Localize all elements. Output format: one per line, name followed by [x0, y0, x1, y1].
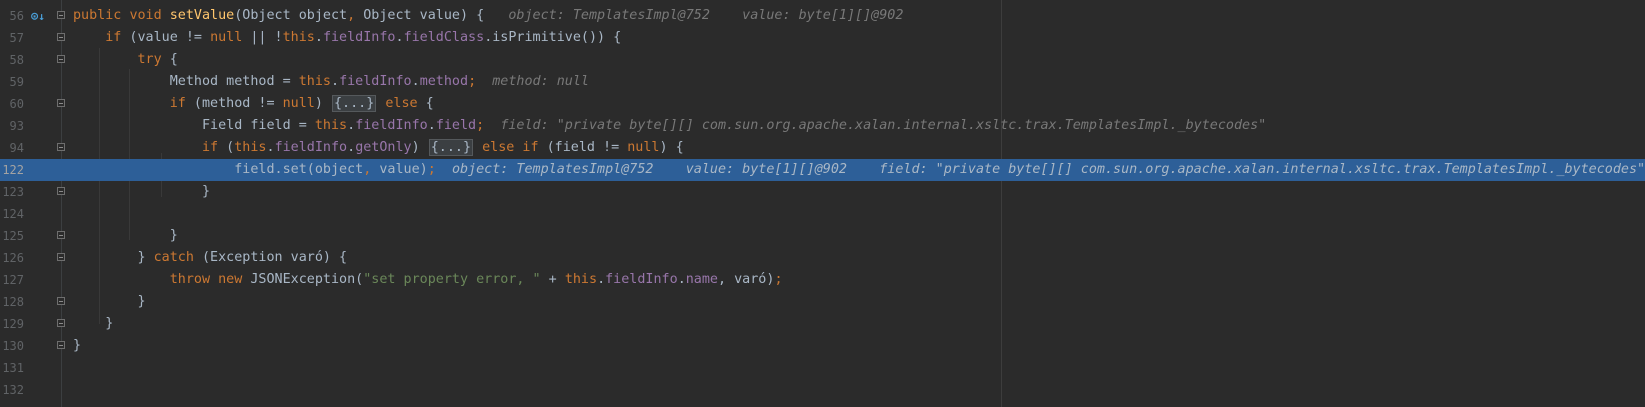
code-line[interactable]: 60 if (method != null) {...} else {: [0, 93, 1645, 115]
code-text: }: [169, 228, 178, 243]
code-line[interactable]: 58 try {: [0, 49, 1645, 71]
code-text: try {: [137, 52, 178, 67]
fold-marker-icon[interactable]: [57, 55, 65, 63]
code-line[interactable]: 59 Method method = this.fieldInfo.method…: [0, 71, 1645, 93]
code-text: public void setValue(Object object, Obje…: [73, 8, 904, 23]
code-text: if (method != null) {...} else {: [169, 95, 434, 112]
line-number: 59: [9, 75, 24, 89]
fold-marker-icon[interactable]: [57, 11, 65, 19]
line-number: 126: [2, 251, 24, 265]
line-number: 60: [9, 97, 24, 111]
code-text: if (this.fieldInfo.getOnly) {...} else i…: [202, 139, 684, 156]
line-number: 58: [9, 53, 24, 67]
line-number: 130: [2, 339, 24, 353]
fold-marker-icon[interactable]: [57, 231, 65, 239]
fold-marker-icon[interactable]: [57, 99, 65, 107]
line-number: 124: [2, 207, 24, 221]
code-text: }: [202, 184, 211, 199]
code-line[interactable]: 125 }: [0, 225, 1645, 247]
override-breakpoint-icon[interactable]: ⊙↓: [31, 7, 45, 26]
current-execution-line[interactable]: 122 field.set(object, value); object: Te…: [0, 159, 1645, 181]
code-text: }: [137, 294, 146, 309]
fold-marker-icon[interactable]: [57, 297, 65, 305]
code-line[interactable]: 130 }: [0, 335, 1645, 357]
line-number: 122: [2, 163, 24, 177]
line-number: 93: [9, 119, 24, 133]
line-number: 129: [2, 317, 24, 331]
code-line[interactable]: 124: [0, 203, 1645, 225]
code-line[interactable]: 132: [0, 379, 1645, 401]
inline-debug-value: method: null: [492, 74, 589, 89]
line-number: 132: [2, 383, 24, 397]
inline-debug-value: value: byte[1][]@902: [742, 8, 904, 23]
fold-marker-icon[interactable]: [57, 319, 65, 327]
code-text: throw new JSONException("set property er…: [169, 272, 783, 287]
code-text: }: [105, 316, 114, 331]
line-number: 127: [2, 273, 24, 287]
code-text: field.set(object, value); object: Templa…: [234, 162, 1645, 177]
line-number: 56: [9, 9, 24, 23]
code-line[interactable]: 123 }: [0, 181, 1645, 203]
folded-code-block[interactable]: {...}: [332, 95, 377, 112]
line-number: 57: [9, 31, 24, 45]
inline-debug-value: field: "private byte[][] com.sun.org.apa…: [500, 118, 1267, 133]
code-line[interactable]: 128 }: [0, 291, 1645, 313]
code-line[interactable]: 126 } catch (Exception varó) {: [0, 247, 1645, 269]
line-number: 125: [2, 229, 24, 243]
code-line[interactable]: 57 if (value != null || !this.fieldInfo.…: [0, 27, 1645, 49]
inline-debug-value: field: "private byte[][] com.sun.org.apa…: [879, 162, 1645, 177]
fold-marker-icon[interactable]: [57, 33, 65, 41]
fold-marker-icon[interactable]: [57, 143, 65, 151]
code-text: } catch (Exception varó) {: [137, 250, 348, 265]
inline-debug-value: object: TemplatesImpl@752: [508, 8, 710, 23]
code-text: Field field = this.fieldInfo.field; fiel…: [202, 118, 1267, 133]
inline-debug-value: value: byte[1][]@902: [685, 162, 847, 177]
fold-marker-icon[interactable]: [57, 187, 65, 195]
line-number: 128: [2, 295, 24, 309]
code-text: Method method = this.fieldInfo.method; m…: [169, 74, 589, 89]
code-line[interactable]: 56 ⊙↓ public void setValue(Object object…: [0, 5, 1645, 27]
line-number: 131: [2, 361, 24, 375]
code-line[interactable]: 93 Field field = this.fieldInfo.field; f…: [0, 115, 1645, 137]
code-line[interactable]: 131: [0, 357, 1645, 379]
line-number: 123: [2, 185, 24, 199]
code-line[interactable]: 129 }: [0, 313, 1645, 335]
folded-code-block[interactable]: {...}: [428, 139, 474, 156]
inline-debug-value: object: TemplatesImpl@752: [451, 162, 654, 177]
code-line[interactable]: 94 if (this.fieldInfo.getOnly) {...} els…: [0, 137, 1645, 159]
code-line[interactable]: 127 throw new JSONException("set propert…: [0, 269, 1645, 291]
fold-marker-icon[interactable]: [57, 253, 65, 261]
code-editor[interactable]: 56 ⊙↓ public void setValue(Object object…: [0, 0, 1645, 407]
fold-marker-icon[interactable]: [57, 341, 65, 349]
code-text: if (value != null || !this.fieldInfo.fie…: [105, 30, 622, 45]
code-text: }: [73, 338, 82, 353]
line-number: 94: [9, 141, 24, 155]
